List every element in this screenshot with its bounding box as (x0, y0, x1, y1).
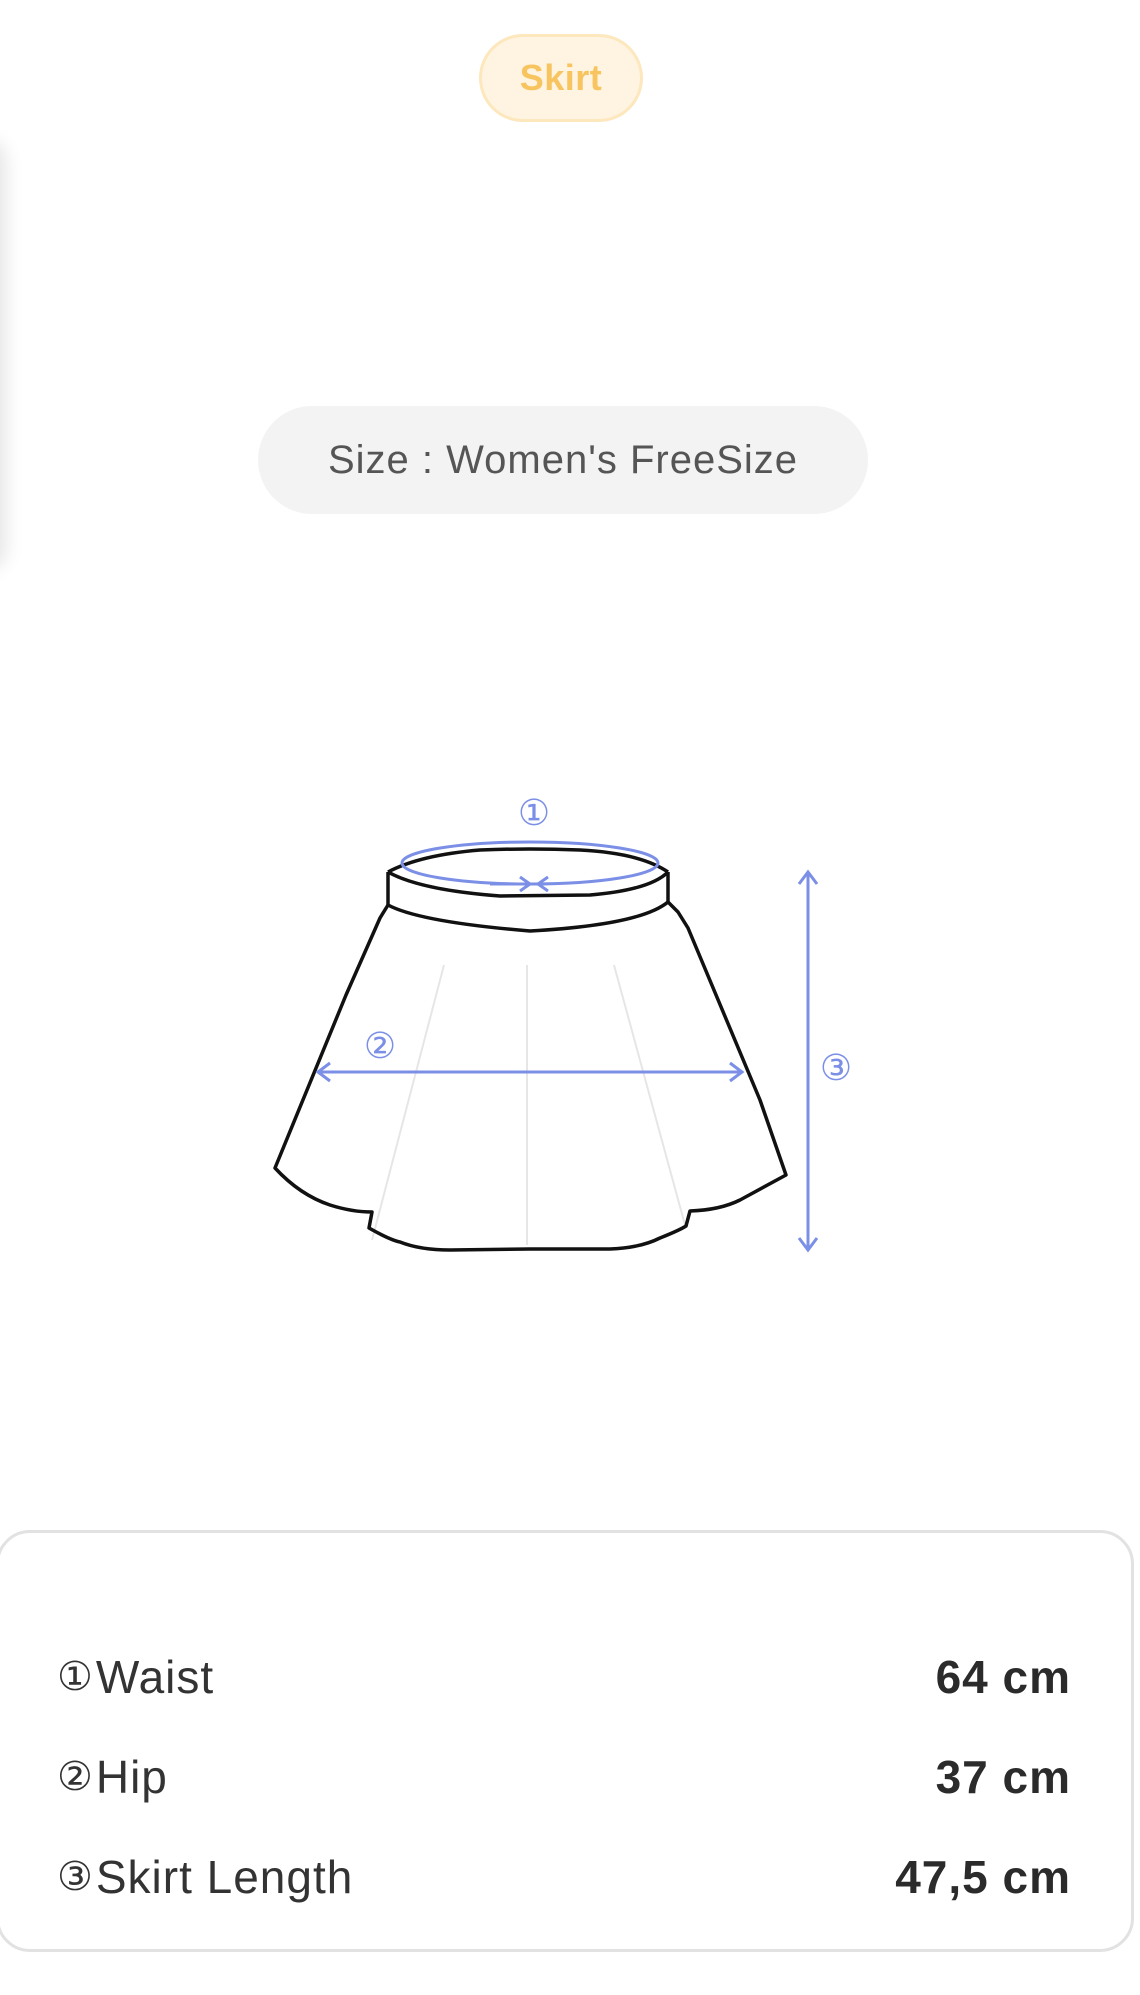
length-marker: ③ (820, 1048, 852, 1089)
measurement-value: 37 cm (935, 1751, 1071, 1803)
measurement-index: ① (57, 1654, 94, 1700)
measurement-label: ① Waist (57, 1650, 214, 1704)
measurement-row-hip: ② Hip 37 cm (57, 1747, 1071, 1807)
length-measure-line (797, 869, 819, 1253)
measurement-row-skirt-length: ③ Skirt Length 47,5 cm (57, 1847, 1071, 1907)
skirt-waistband (386, 847, 670, 933)
measurement-index: ② (57, 1754, 94, 1800)
skirt-body-outline (273, 900, 788, 1252)
measurement-name: Waist (95, 1651, 215, 1703)
measurement-row-waist: ① Waist 64 cm (57, 1647, 1071, 1707)
skirt-measurement-diagram: ① ② ③ (273, 793, 852, 1253)
measurement-value: 47,5 cm (895, 1851, 1071, 1903)
measurement-label: ② Hip (57, 1750, 168, 1804)
waist-marker: ① (518, 793, 550, 834)
measurement-table: ① Waist 64 cm ② Hip 37 cm ③ Skirt Length 47… (0, 1530, 1134, 1952)
measurement-value: 64 cm (935, 1651, 1071, 1703)
measurement-label: ③ Skirt Length (57, 1850, 353, 1904)
measurement-name: Skirt Length (95, 1851, 354, 1903)
measurement-name: Hip (95, 1751, 168, 1803)
hip-marker: ② (364, 1026, 396, 1067)
measurement-index: ③ (57, 1854, 94, 1900)
skirt-pleat-lines (371, 964, 686, 1245)
